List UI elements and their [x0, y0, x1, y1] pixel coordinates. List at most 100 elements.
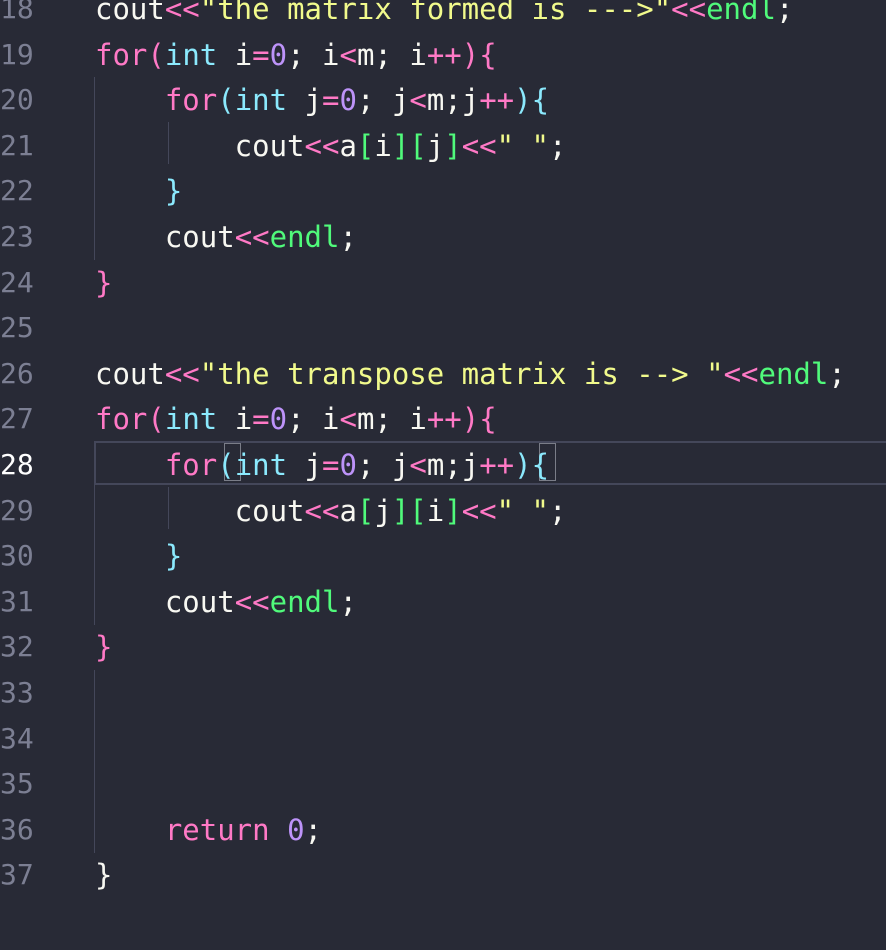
code-token: endl	[758, 356, 829, 391]
code-text[interactable]: }	[95, 168, 182, 214]
code-line[interactable]: 29 cout<<a[j][i]<<" ";	[0, 488, 886, 534]
code-line[interactable]: 37}	[0, 852, 886, 898]
code-line[interactable]: 33	[0, 670, 886, 716]
code-text[interactable]: }	[95, 533, 182, 579]
code-editor[interactable]: 18 cout<<"the matrix formed is --->"<<end…	[0, 0, 886, 950]
code-line[interactable]: 28 for(int j=0; j<m;j++){	[0, 442, 886, 488]
code-line[interactable]: 30 }	[0, 533, 886, 579]
code-token: ;	[304, 812, 323, 847]
code-line[interactable]: 21 cout<<a[i][j]<<" ";	[0, 123, 886, 169]
code-token: ;	[828, 356, 846, 391]
code-text[interactable]: cout<<endl;	[95, 579, 357, 625]
code-text[interactable]: cout<<a[i][j]<<" ";	[95, 123, 567, 169]
code-token: <<	[723, 356, 759, 391]
code-token: cout	[95, 220, 235, 254]
line-number: 31	[0, 584, 34, 618]
code-token: }	[95, 858, 113, 893]
code-line[interactable]: 35	[0, 761, 886, 807]
code-token: (	[217, 448, 235, 482]
code-token: ; i	[287, 37, 340, 72]
code-token: i	[217, 37, 253, 72]
code-token: )	[461, 37, 480, 72]
code-token: ;	[339, 220, 357, 254]
code-token: cout	[95, 356, 165, 391]
code-line[interactable]: 31 cout<<endl;	[0, 579, 886, 625]
line-number: 21	[0, 128, 34, 162]
code-text[interactable]: for(int j=0; j<m;j++){	[95, 77, 549, 123]
line-number: 24	[0, 265, 34, 299]
code-token: ]	[444, 493, 462, 528]
code-token: (	[147, 37, 165, 72]
code-token: (	[147, 402, 165, 437]
code-text[interactable]: return 0;	[95, 807, 322, 853]
code-token: <<	[461, 493, 497, 528]
code-token: m;j	[426, 448, 480, 482]
code-token: endl	[269, 220, 340, 254]
code-line[interactable]: 20 for(int j=0; j<m;j++){	[0, 77, 886, 123]
code-text[interactable]: cout<<"the matrix formed is --->"<<endl;	[95, 0, 793, 32]
code-token: <	[409, 83, 427, 118]
code-token: <<	[164, 0, 200, 26]
line-number: 22	[0, 174, 34, 208]
code-line[interactable]: 25	[0, 305, 886, 351]
code-line[interactable]: 19 for(int i=0; i<m; i++){	[0, 32, 886, 78]
code-token: ;	[549, 128, 567, 163]
line-number: 20	[0, 83, 34, 117]
code-line[interactable]: 23 cout<<endl;	[0, 214, 886, 260]
code-line[interactable]: 26 cout<<"the transpose matrix is --> "<<…	[0, 351, 886, 397]
line-number: 18	[0, 0, 34, 25]
code-token: for	[95, 402, 148, 437]
code-token: )	[461, 402, 480, 437]
code-token: }	[95, 265, 113, 300]
code-text[interactable]: cout<<"the transpose matrix is --> "<<en…	[95, 351, 846, 397]
code-token: 0	[339, 83, 357, 118]
code-token: ]	[444, 128, 462, 163]
code-token: int	[234, 83, 288, 118]
code-token: a	[339, 128, 357, 163]
code-token: =	[322, 83, 340, 118]
code-text[interactable]: for(int i=0; i<m; i++){	[95, 396, 497, 442]
code-token: 0	[339, 448, 357, 482]
code-line[interactable]: 34	[0, 716, 886, 762]
code-token: 0	[269, 37, 288, 72]
code-token: cout	[95, 0, 165, 26]
code-line[interactable]: 18 cout<<"the matrix formed is --->"<<end…	[0, 0, 886, 32]
code-token: int	[234, 448, 288, 482]
code-token: =	[252, 37, 270, 72]
code-token: ;	[339, 584, 357, 619]
code-line[interactable]: 32}	[0, 624, 886, 670]
code-text[interactable]: cout<<endl;	[95, 214, 357, 260]
line-number: 30	[0, 539, 34, 573]
code-line[interactable]: 27 for(int i=0; i<m; i++){	[0, 396, 886, 442]
code-text[interactable]: }	[95, 624, 112, 670]
code-token: {	[531, 83, 550, 118]
code-token: i	[374, 128, 392, 163]
line-number: 33	[0, 676, 34, 709]
code-text[interactable]: }	[95, 260, 112, 306]
code-text[interactable]: for(int j=0; j<m;j++){	[95, 442, 549, 488]
code-token: )	[514, 83, 532, 118]
code-token: ; j	[356, 448, 410, 482]
code-token: <<	[304, 128, 340, 163]
code-token: cout	[95, 493, 305, 528]
code-token: return	[164, 812, 270, 847]
code-token: j	[287, 448, 323, 482]
code-text[interactable]: cout<<a[j][i]<<" ";	[95, 488, 567, 534]
code-token: ;	[775, 0, 794, 26]
code-token: <<	[164, 356, 200, 391]
code-token: for	[95, 37, 148, 72]
code-token: i	[217, 402, 253, 437]
code-text[interactable]: }	[95, 852, 112, 898]
line-number: 32	[0, 630, 34, 664]
code-line[interactable]: 36 return 0;	[0, 807, 886, 853]
code-line[interactable]: 22 }	[0, 168, 886, 214]
code-token: ][	[391, 493, 427, 528]
code-line[interactable]: 24}	[0, 260, 886, 306]
code-text[interactable]: for(int i=0; i<m; i++){	[95, 32, 497, 78]
code-token: <	[339, 37, 357, 72]
code-token: ; j	[356, 83, 410, 118]
code-token: 0	[269, 402, 288, 437]
